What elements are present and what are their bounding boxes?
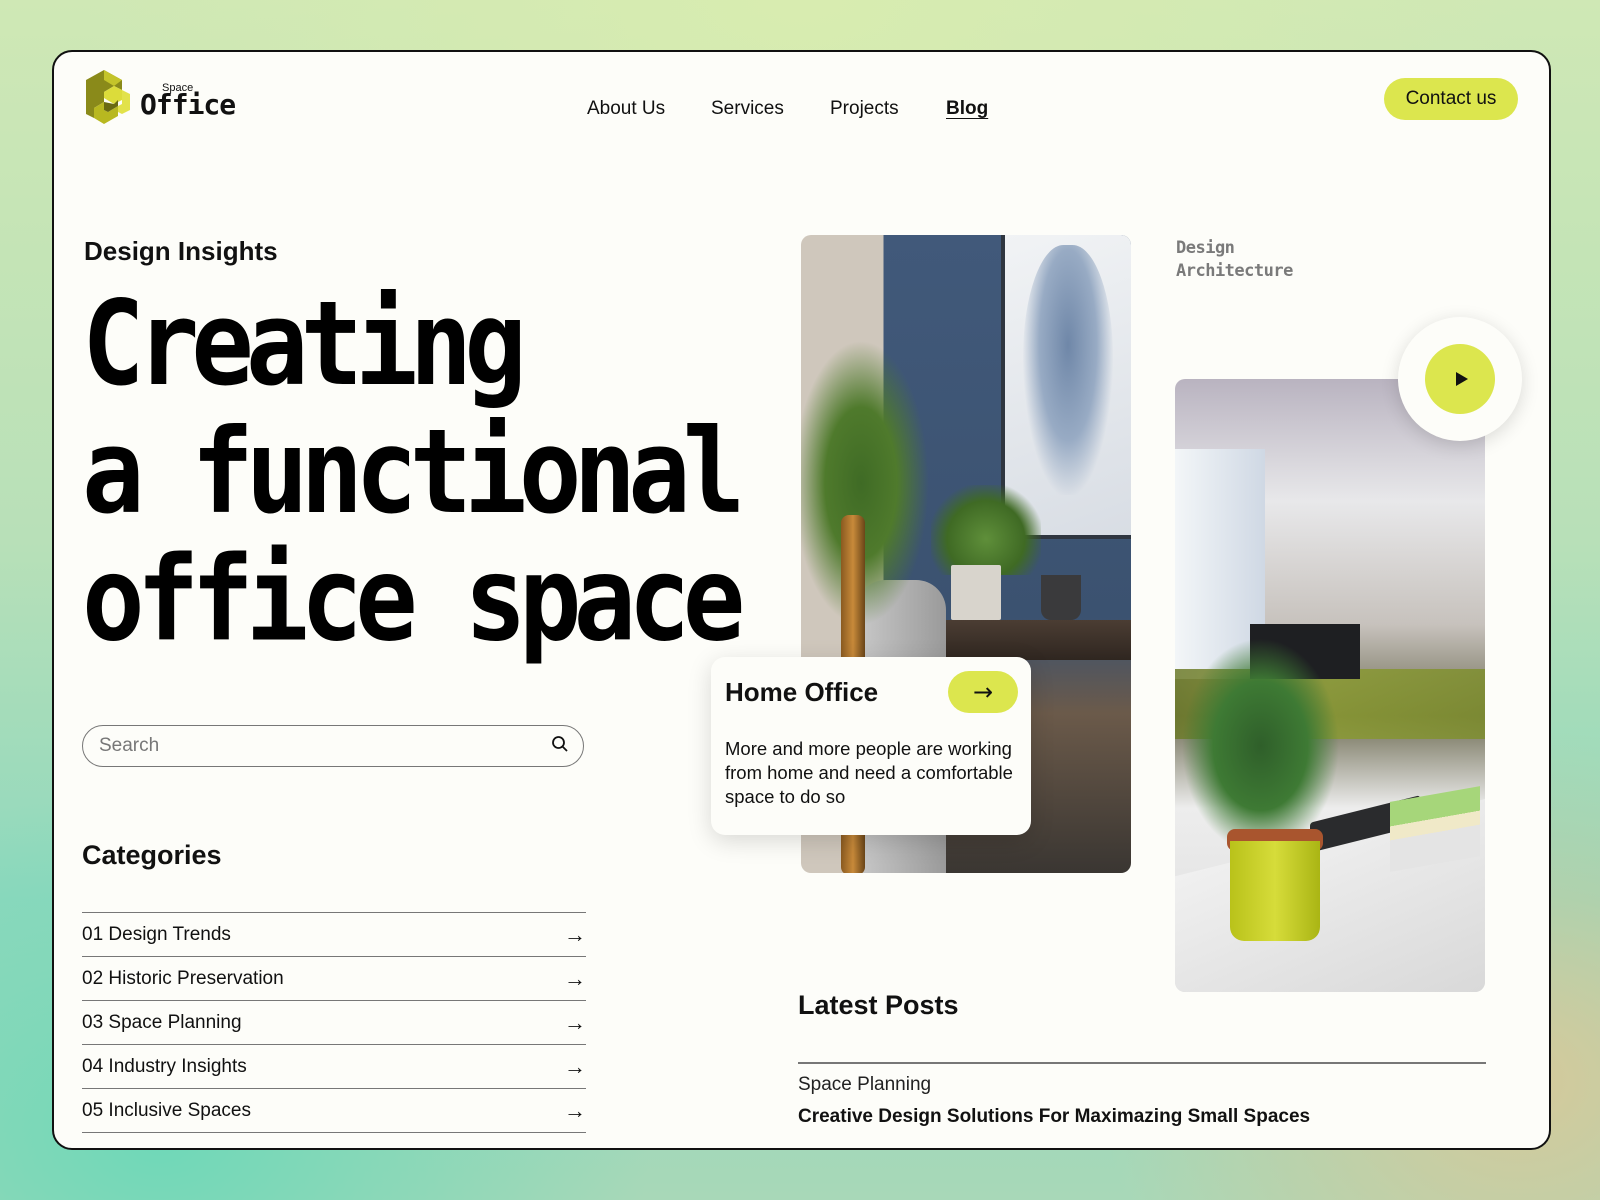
page-frame: Space Office About Us Services Projects …: [52, 50, 1551, 1150]
hero-title-line: office space: [82, 530, 745, 668]
label-line: Design: [1176, 238, 1235, 258]
arrow-right-icon: →: [564, 1053, 586, 1079]
plant-pot: [951, 565, 1001, 620]
category-item[interactable]: 01 Design Trends →: [82, 912, 586, 956]
contact-us-button[interactable]: Contact us: [1384, 78, 1518, 120]
fern-print: [1023, 245, 1113, 495]
logo-cube-icon: [86, 70, 130, 124]
divider: [798, 1062, 1486, 1064]
hero-title-line: a functional: [82, 403, 745, 540]
nav-blog[interactable]: Blog: [946, 98, 988, 120]
nav-about-us[interactable]: About Us: [587, 98, 665, 120]
category-item[interactable]: 05 Inclusive Spaces →: [82, 1088, 586, 1133]
desk: [931, 620, 1131, 660]
post-category: Space Planning: [798, 1074, 932, 1095]
arrow-right-icon: →: [564, 921, 586, 947]
hero-eyebrow: Design Insights: [84, 236, 278, 266]
category-item[interactable]: 03 Space Planning →: [82, 1000, 586, 1044]
categories-title: Categories: [82, 840, 222, 870]
category-item[interactable]: 02 Historic Preservation →: [82, 956, 586, 1000]
card-open-button[interactable]: →: [948, 671, 1018, 713]
card-title: Home Office: [725, 677, 879, 707]
plant-pot: [1230, 841, 1320, 941]
play-icon: [1456, 372, 1468, 386]
video-play-container: [1398, 317, 1522, 441]
logo-wordmark: Office: [140, 88, 236, 121]
category-label: 02 Historic Preservation: [82, 967, 284, 989]
search-box: [82, 725, 584, 767]
hero-title-line: Creating: [82, 275, 527, 413]
category-label: 05 Inclusive Spaces: [82, 1099, 251, 1121]
nav-projects[interactable]: Projects: [830, 98, 899, 120]
latest-posts-title: Latest Posts: [798, 990, 959, 1020]
arrow-right-icon: →: [972, 678, 994, 706]
card-description: More and more people are working from ho…: [725, 738, 1013, 807]
logo[interactable]: Space Office: [80, 66, 236, 128]
label-line: Architecture: [1176, 261, 1293, 281]
category-label: 03 Space Planning: [82, 1011, 242, 1033]
category-item[interactable]: 04 Industry Insights →: [82, 1044, 586, 1088]
play-button[interactable]: [1425, 344, 1495, 414]
search-input[interactable]: [97, 734, 551, 758]
home-office-card: Home Office → More and more people are w…: [711, 657, 1031, 835]
hero-title: Creating a functional office space: [82, 275, 745, 668]
arrow-right-icon: →: [564, 1009, 586, 1035]
categories-list: 01 Design Trends → 02 Historic Preservat…: [82, 912, 586, 1133]
post-title-link[interactable]: Creative Design Solutions For Maximazing…: [798, 1106, 1310, 1128]
category-label: 01 Design Trends: [82, 923, 231, 945]
design-architecture-label: Design Architecture: [1176, 237, 1293, 283]
category-label: 04 Industry Insights: [82, 1055, 247, 1077]
arrow-right-icon: →: [564, 1097, 586, 1123]
nav-services[interactable]: Services: [711, 98, 784, 120]
plant-pot: [1041, 575, 1081, 620]
search-icon[interactable]: [551, 735, 569, 757]
arrow-right-icon: →: [564, 965, 586, 991]
open-office-photo: [1175, 379, 1485, 992]
